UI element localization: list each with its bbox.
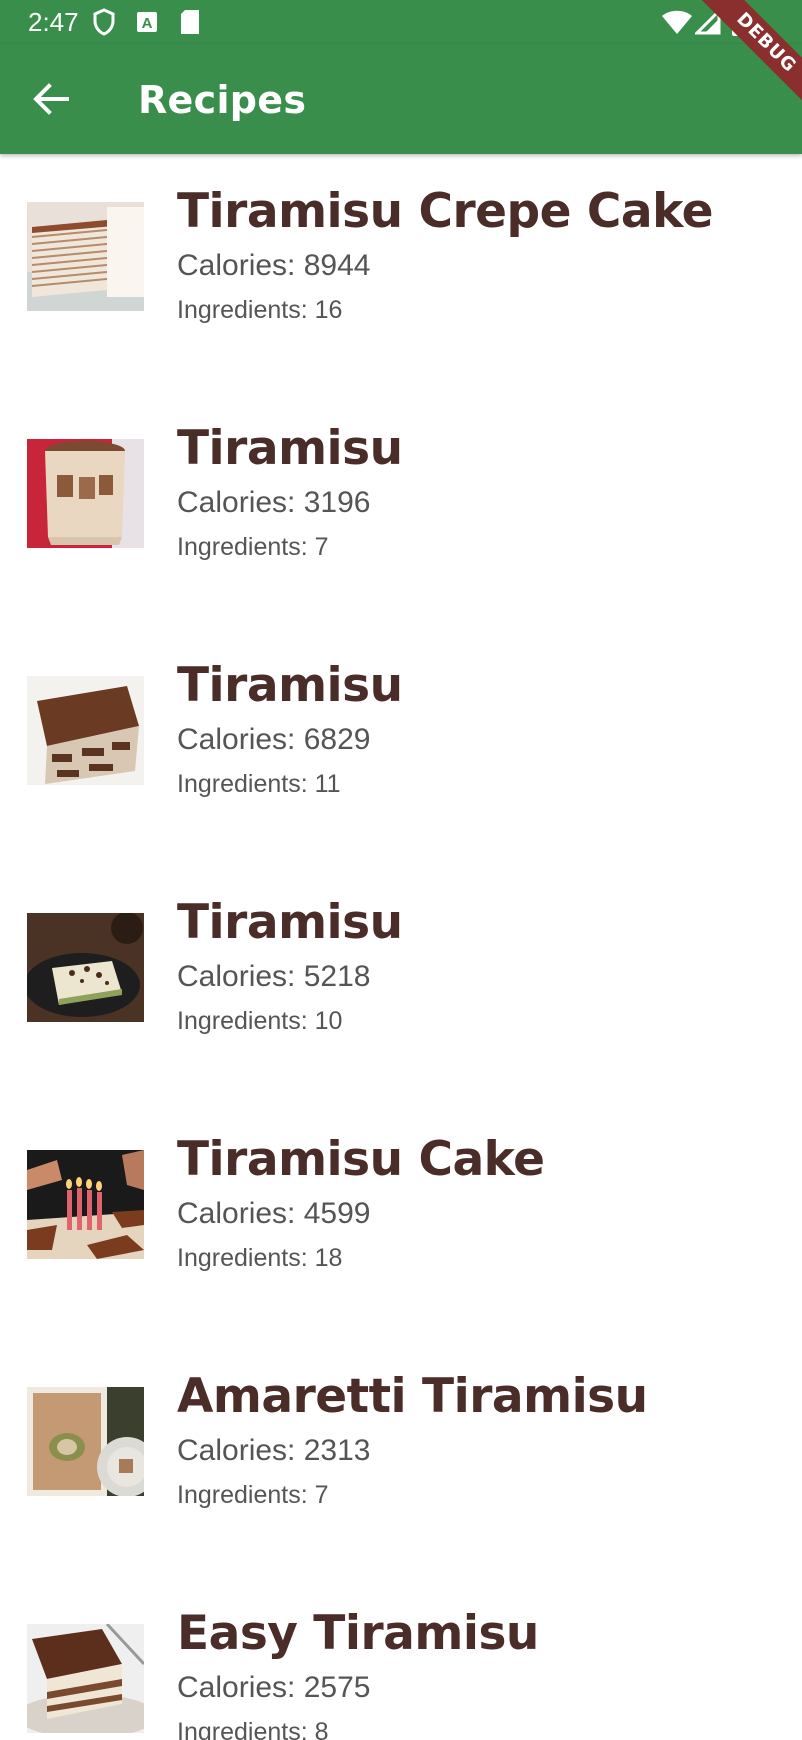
- recipe-calories: Calories: 6829: [177, 723, 371, 756]
- recipe-title: Tiramisu: [177, 895, 403, 950]
- recipe-calories: Calories: 3196: [177, 486, 371, 519]
- page-title: Recipes: [138, 78, 307, 122]
- recipe-title: Tiramisu Crepe Cake: [177, 184, 713, 239]
- recipe-calories: Calories: 8944: [177, 249, 371, 282]
- crepe-cake-photo: [27, 202, 144, 311]
- status-bar: 2:47 A: [0, 0, 802, 44]
- list-item[interactable]: Tiramisu Crepe Cake Calories: 8944 Ingre…: [0, 154, 802, 391]
- recipe-calories: Calories: 2313: [177, 1434, 371, 1467]
- status-time: 2:47: [28, 7, 79, 37]
- list-item[interactable]: Easy Tiramisu Calories: 2575 Ingredients…: [0, 1576, 802, 1740]
- shield-icon: [90, 6, 118, 38]
- sd-card-icon: [176, 6, 204, 38]
- recipe-ingredients: Ingredients: 7: [177, 533, 329, 561]
- app-bar: [0, 44, 802, 154]
- recipe-ingredients: Ingredients: 11: [177, 770, 341, 798]
- tiramisu-slice-photo: [27, 676, 144, 785]
- amaretti-dish-photo: [27, 1387, 144, 1496]
- svg-text:A: A: [142, 15, 153, 32]
- recipe-ingredients: Ingredients: 10: [177, 1007, 343, 1035]
- recipe-title: Tiramisu Cake: [177, 1132, 545, 1187]
- birthday-candles-photo: [27, 1150, 144, 1259]
- recipe-title: Easy Tiramisu: [177, 1606, 539, 1661]
- list-item[interactable]: Amaretti Tiramisu Calories: 2313 Ingredi…: [0, 1339, 802, 1576]
- list-item[interactable]: Tiramisu Calories: 5218 Ingredients: 10: [0, 865, 802, 1102]
- recipe-list[interactable]: Tiramisu Crepe Cake Calories: 8944 Ingre…: [0, 154, 802, 1740]
- recipe-calories: Calories: 5218: [177, 960, 371, 993]
- recipe-title: Tiramisu: [177, 658, 403, 713]
- list-item[interactable]: Tiramisu Cake Calories: 4599 Ingredients…: [0, 1102, 802, 1339]
- recipe-title: Tiramisu: [177, 421, 403, 476]
- recipe-ingredients: Ingredients: 8: [177, 1718, 329, 1740]
- wifi-icon: [660, 6, 694, 38]
- tiramisu-plate-photo: [27, 913, 144, 1022]
- back-button[interactable]: [22, 78, 80, 124]
- list-item[interactable]: Tiramisu Calories: 3196 Ingredients: 7: [0, 391, 802, 628]
- recipe-title: Amaretti Tiramisu: [177, 1369, 648, 1424]
- recipe-ingredients: Ingredients: 18: [177, 1244, 343, 1272]
- easy-tiramisu-photo: [27, 1624, 144, 1733]
- recipe-calories: Calories: 4599: [177, 1197, 371, 1230]
- list-item[interactable]: Tiramisu Calories: 6829 Ingredients: 11: [0, 628, 802, 865]
- recipe-ingredients: Ingredients: 7: [177, 1481, 329, 1509]
- recipe-calories: Calories: 2575: [177, 1671, 371, 1704]
- arrow-left-icon: [33, 83, 69, 119]
- a-icon: A: [133, 6, 161, 38]
- recipe-ingredients: Ingredients: 16: [177, 296, 343, 324]
- tiramisu-glass-photo: [27, 439, 144, 548]
